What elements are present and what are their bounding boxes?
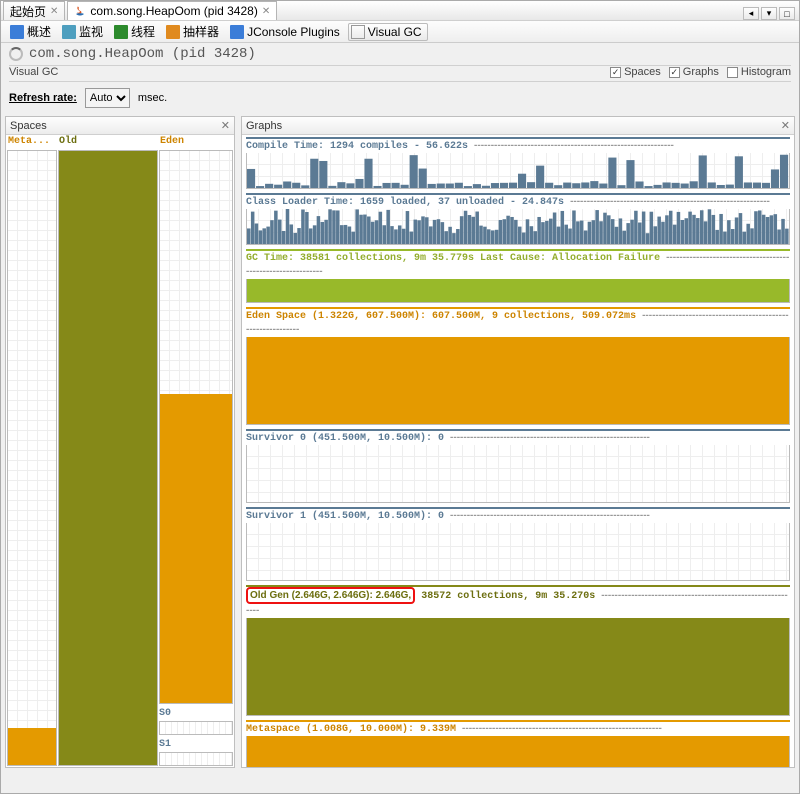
chk-histogram[interactable]: Histogram [727, 66, 791, 78]
chk-graphs-label: Graphs [683, 66, 719, 78]
chk-spaces[interactable]: ✓Spaces [610, 66, 661, 78]
close-icon[interactable]: ✕ [221, 119, 230, 132]
chk-graphs[interactable]: ✓Graphs [669, 66, 719, 78]
col-s1-bar [159, 752, 233, 766]
graph-title-s0: Survivor 0 (451.500M, 10.500M): 0 ------… [246, 431, 790, 445]
view-tabs: 概述 监视 线程 抽样器 JConsole Plugins Visual GC [1, 21, 799, 43]
tab-app-label: com.song.HeapOom (pid 3428) [90, 4, 257, 18]
graph-title-s1: Survivor 1 (451.500M, 10.500M): 0 ------… [246, 509, 790, 523]
tab-monitor[interactable]: 监视 [59, 21, 109, 42]
chk-histogram-label: Histogram [741, 66, 791, 78]
graph-row-s0: Survivor 0 (451.500M, 10.500M): 0 ------… [246, 429, 790, 503]
graph-canvas-compile [246, 153, 790, 189]
win-min-icon[interactable]: ▾ [761, 7, 777, 20]
graph-canvas-loader [246, 209, 790, 245]
win-left-icon[interactable]: ◂ [743, 7, 759, 20]
tab-start-page[interactable]: 起始页 ✕ [3, 1, 65, 20]
graph-title-oldgen: Old Gen (2.646G, 2.646G): 2.646G, 38572 … [246, 587, 790, 618]
col-s0-label: S0 [159, 708, 233, 719]
window-controls: ◂ ▾ □ [743, 7, 795, 20]
col-eden-label: Eden [159, 136, 233, 150]
tab-jconsole-label: JConsole Plugins [247, 25, 340, 39]
close-icon[interactable]: ✕ [781, 119, 790, 132]
col-meta-label: Meta... [7, 136, 57, 150]
graph-canvas-metaspace [246, 736, 790, 767]
tab-visualgc[interactable]: Visual GC [348, 23, 428, 41]
graph-canvas-s0 [246, 445, 790, 503]
col-old-bar [58, 150, 158, 766]
sampler-icon [166, 25, 180, 39]
page-title: com.song.HeapOom (pid 3428) [29, 46, 256, 62]
tab-overview[interactable]: 概述 [7, 21, 57, 42]
graphs-title: Graphs [246, 120, 282, 132]
graph-title-metaspace: Metaspace (1.008G, 10.000M): 9.339M ----… [246, 722, 790, 736]
threads-icon [114, 25, 128, 39]
graph-row-eden: Eden Space (1.322G, 607.500M): 607.500M,… [246, 307, 790, 425]
graph-canvas-eden [246, 337, 790, 425]
graphs-panel: Graphs ✕ Compile Time: 1294 compiles - 5… [241, 116, 795, 768]
graph-row-gc: GC Time: 38581 collections, 9m 35.779s L… [246, 249, 790, 303]
graph-title-eden: Eden Space (1.322G, 607.500M): 607.500M,… [246, 309, 790, 337]
graph-row-compile: Compile Time: 1294 compiles - 56.622s --… [246, 137, 790, 189]
graph-row-oldgen: Old Gen (2.646G, 2.646G): 2.646G, 38572 … [246, 585, 790, 716]
graph-title-compile: Compile Time: 1294 compiles - 56.622s --… [246, 139, 790, 153]
heading-row: com.song.HeapOom (pid 3428) [1, 43, 799, 65]
tab-overview-label: 概述 [27, 23, 51, 40]
jconsole-icon [230, 25, 244, 39]
tab-sampler-label: 抽样器 [183, 23, 219, 40]
graph-canvas-oldgen [246, 618, 790, 716]
close-icon[interactable]: ✕ [50, 6, 58, 17]
graph-canvas-s1 [246, 523, 790, 581]
subheading-row: Visual GC ✓Spaces ✓Graphs Histogram [1, 66, 799, 81]
refresh-unit: msec. [138, 92, 167, 104]
spaces-panel: Spaces ✕ Meta... Old Eden S0 [5, 116, 235, 768]
graph-title-gc: GC Time: 38581 collections, 9m 35.779s L… [246, 251, 790, 279]
spaces-title: Spaces [10, 120, 47, 132]
graph-row-s1: Survivor 1 (451.500M, 10.500M): 0 ------… [246, 507, 790, 581]
spinner-icon [9, 47, 23, 61]
refresh-row: Refresh rate: Auto msec. [1, 82, 799, 116]
monitor-icon [62, 25, 76, 39]
overview-icon [10, 25, 24, 39]
col-s1-label: S1 [159, 739, 233, 750]
tab-monitor-label: 监视 [79, 23, 103, 40]
col-old-label: Old [58, 136, 158, 150]
graph-title-loader: Class Loader Time: 1659 loaded, 37 unloa… [246, 195, 790, 209]
close-icon[interactable]: ✕ [262, 6, 270, 17]
window-tabbar: 起始页 ✕ com.song.HeapOom (pid 3428) ✕ ◂ ▾ … [1, 1, 799, 21]
panels: Spaces ✕ Meta... Old Eden S0 [1, 116, 799, 768]
tab-threads-label: 线程 [131, 23, 155, 40]
java-icon [74, 5, 86, 17]
graph-canvas-gc [246, 279, 790, 303]
tab-jconsole[interactable]: JConsole Plugins [227, 23, 346, 41]
tab-sampler[interactable]: 抽样器 [163, 21, 225, 42]
chk-spaces-label: Spaces [624, 66, 661, 78]
graph-row-metaspace: Metaspace (1.008G, 10.000M): 9.339M ----… [246, 720, 790, 767]
visualgc-icon [351, 25, 365, 39]
graph-row-loader: Class Loader Time: 1659 loaded, 37 unloa… [246, 193, 790, 245]
col-eden-bar [159, 150, 233, 704]
refresh-label: Refresh rate: [9, 92, 77, 104]
col-s0-bar [159, 721, 233, 735]
refresh-select[interactable]: Auto [85, 88, 130, 108]
tab-app[interactable]: com.song.HeapOom (pid 3428) ✕ [67, 1, 277, 20]
tab-visualgc-label: Visual GC [368, 25, 422, 39]
tab-start-page-label: 起始页 [10, 3, 46, 20]
win-max-icon[interactable]: □ [779, 7, 795, 20]
tab-threads[interactable]: 线程 [111, 21, 161, 42]
subheading-label: Visual GC [9, 66, 58, 78]
col-meta-bar [7, 150, 57, 766]
